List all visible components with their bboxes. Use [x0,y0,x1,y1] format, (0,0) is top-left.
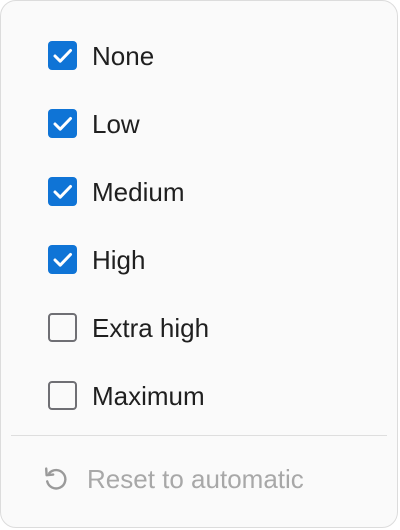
checkmark-icon [53,117,72,131]
option-label: Extra high [92,313,210,343]
option-label: Maximum [92,381,205,411]
option-label: None [92,41,155,71]
checkbox[interactable] [48,313,77,342]
checkbox[interactable] [48,109,77,138]
option-label: Medium [92,177,185,207]
reset-icon [41,464,71,494]
checkbox[interactable] [48,245,77,274]
option-label: High [92,245,146,275]
reset-to-automatic-button[interactable]: Reset to automatic [41,457,361,501]
checkmark-icon [53,49,72,63]
option-high[interactable]: High [1,225,397,293]
options-list: None Low Medium High Extra high Maximum [1,21,397,429]
divider [11,435,387,436]
option-medium[interactable]: Medium [1,157,397,225]
checkbox[interactable] [48,381,77,410]
filter-popover: None Low Medium High Extra high Maximum [0,0,398,528]
option-none[interactable]: None [1,21,397,89]
checkbox[interactable] [48,41,77,70]
option-label: Low [92,109,140,139]
option-low[interactable]: Low [1,89,397,157]
option-extra-high[interactable]: Extra high [1,293,397,361]
option-maximum[interactable]: Maximum [1,361,397,429]
reset-label: Reset to automatic [87,463,304,494]
checkmark-icon [53,185,72,199]
checkmark-icon [53,253,72,267]
checkbox[interactable] [48,177,77,206]
